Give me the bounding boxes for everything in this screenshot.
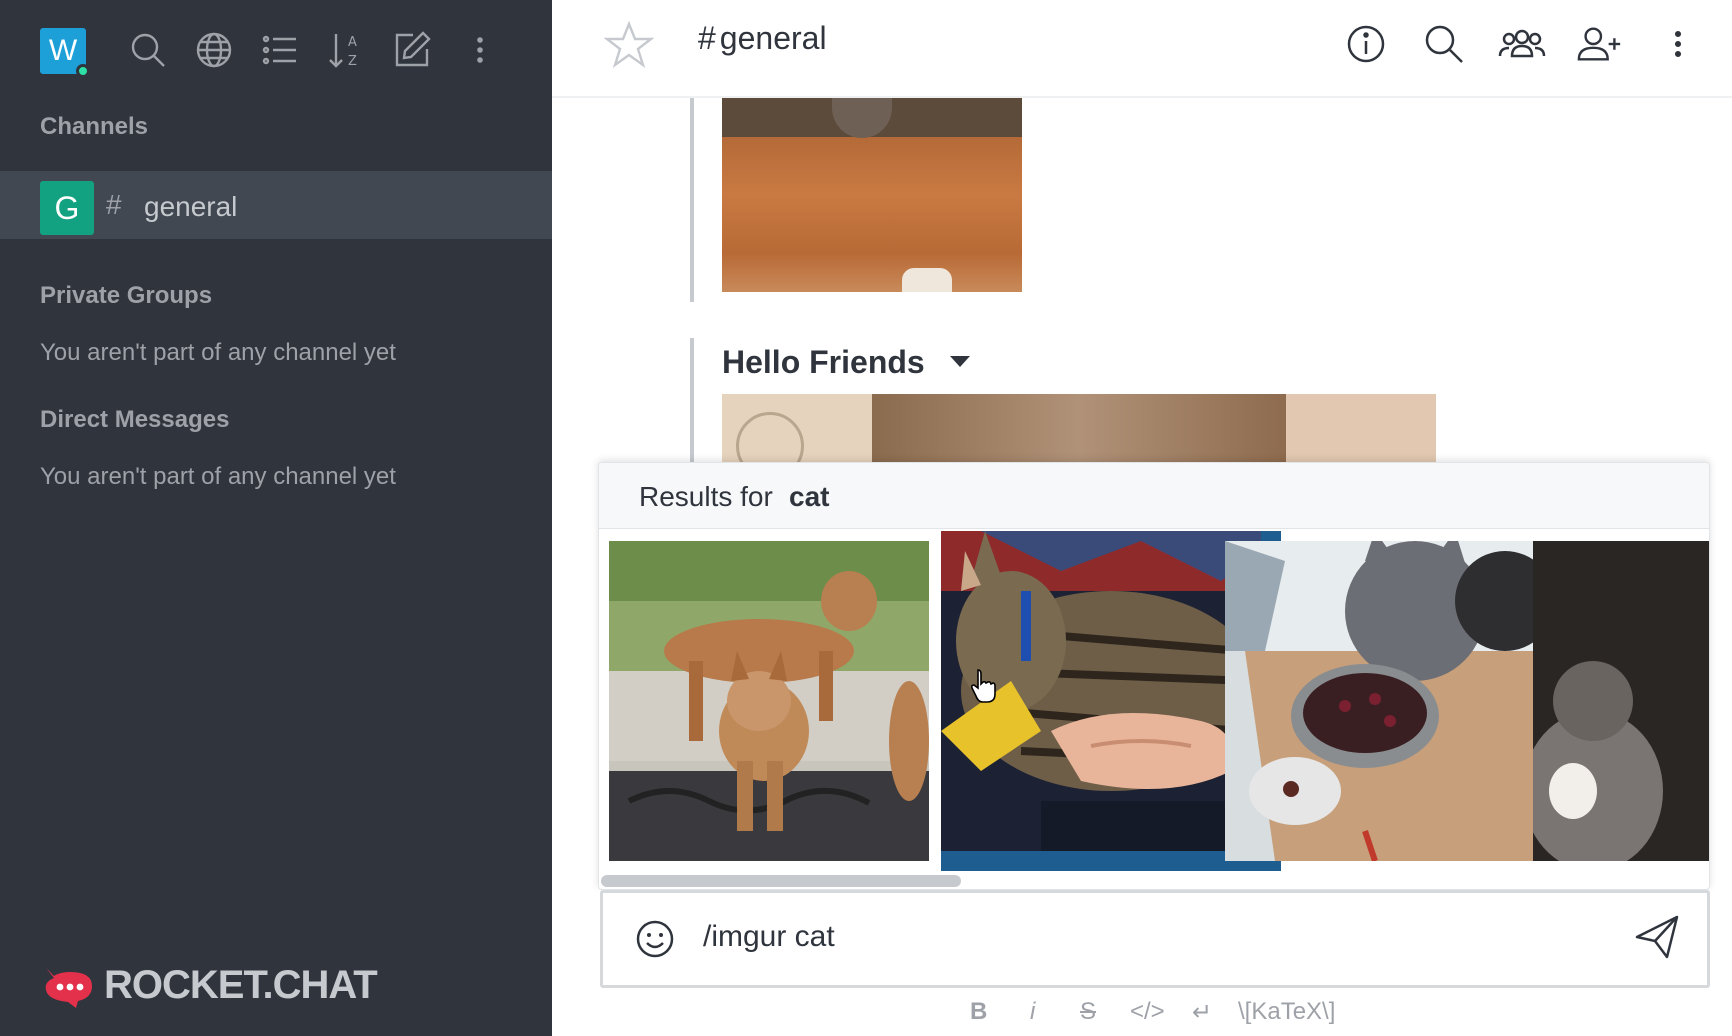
format-multiline-button[interactable]: ↵ xyxy=(1192,998,1212,1027)
attachment-border xyxy=(690,98,694,302)
format-italic-button[interactable]: i xyxy=(1030,998,1035,1026)
room-hash: # xyxy=(698,20,716,56)
room-title: # general xyxy=(698,20,827,57)
sidebar: W AZ Channels G # general Private Groups… xyxy=(0,0,552,1036)
svg-text:Z: Z xyxy=(348,54,357,69)
workspace-avatar[interactable]: W xyxy=(40,28,90,78)
rocket-chat-logo-icon xyxy=(45,968,92,1008)
search-messages-icon[interactable] xyxy=(1420,20,1468,68)
results-query: cat xyxy=(789,481,830,512)
bobcat-image xyxy=(609,541,929,861)
favorite-star-icon[interactable] xyxy=(603,20,655,70)
format-strike-button[interactable]: S xyxy=(1080,998,1096,1026)
workspace-initial: W xyxy=(48,34,78,67)
add-user-icon[interactable] xyxy=(1576,20,1624,68)
members-icon[interactable] xyxy=(1498,20,1546,68)
search-icon[interactable] xyxy=(126,28,170,72)
emoji-picker-icon[interactable] xyxy=(633,917,677,961)
message-input[interactable] xyxy=(703,915,1583,959)
online-status-icon xyxy=(76,64,90,78)
pointer-hand-cursor-icon xyxy=(970,669,996,703)
direct-messages-heading: Direct Messages xyxy=(40,406,230,433)
brand-wordmark: ROCKET.CHAT xyxy=(104,962,378,1007)
channels-heading: Channels xyxy=(40,113,149,140)
room-header: # general xyxy=(552,0,1732,98)
sidebar-more-icon[interactable] xyxy=(458,28,502,72)
paper-shape xyxy=(902,268,952,292)
create-new-edit-icon[interactable] xyxy=(390,28,434,72)
sidebar-item-general[interactable]: G # general xyxy=(0,171,552,239)
attachment-title[interactable]: Hello Friends xyxy=(722,344,925,381)
result-item-cat-partial[interactable] xyxy=(1533,541,1709,861)
cat-partial-image xyxy=(1533,541,1709,861)
results-prefix: Results for xyxy=(639,481,773,512)
attachment-image-cat-on-table[interactable] xyxy=(722,98,1022,292)
channel-avatar: G xyxy=(40,181,94,235)
sidebar-item-label: general xyxy=(144,191,238,222)
attachment-image-scratch-board[interactable] xyxy=(722,394,1436,464)
room-name: general xyxy=(719,20,827,56)
room-kebab-menu-icon[interactable] xyxy=(1654,20,1702,68)
popup-header: Results for cat xyxy=(599,463,1709,529)
private-groups-empty-note: You aren't part of any channel yet xyxy=(40,339,396,366)
view-mode-list-icon[interactable] xyxy=(258,28,302,72)
rocket-chat-logo: ROCKET.CHAT xyxy=(40,960,378,1010)
room-info-icon[interactable] xyxy=(1342,20,1390,68)
format-code-button[interactable]: </> xyxy=(1130,998,1165,1026)
cat-paws-shape xyxy=(832,98,892,138)
animal-seal-logo xyxy=(736,412,804,464)
directory-globe-icon[interactable] xyxy=(192,28,236,72)
send-icon[interactable] xyxy=(1633,913,1681,961)
format-katex-button[interactable]: \[KaTeX\] xyxy=(1238,998,1335,1026)
message-composer xyxy=(600,890,1710,988)
private-groups-heading: Private Groups xyxy=(40,282,213,309)
sidebar-toolbar: W AZ xyxy=(0,0,552,100)
result-item-bobcat[interactable] xyxy=(609,541,929,861)
direct-messages-empty-note: You aren't part of any channel yet xyxy=(40,463,396,490)
svg-text:A: A xyxy=(348,35,357,50)
sort-az-icon[interactable]: AZ xyxy=(324,28,368,72)
hashtag-icon: # xyxy=(106,189,122,220)
format-bold-button[interactable]: B xyxy=(970,998,987,1026)
attachment-border xyxy=(690,338,694,464)
results-horizontal-scrollbar[interactable] xyxy=(601,875,961,887)
collapse-caret-icon[interactable] xyxy=(950,356,970,367)
message-list: Hello Friends xyxy=(552,98,1732,464)
gray-cat-bowl-image xyxy=(1225,541,1545,861)
slash-command-preview-popup: Results for cat xyxy=(598,462,1710,890)
rocket-chat-app: W AZ Channels G # general Private Groups… xyxy=(0,0,1732,1036)
result-item-gray-cat-bowl[interactable] xyxy=(1225,541,1545,861)
